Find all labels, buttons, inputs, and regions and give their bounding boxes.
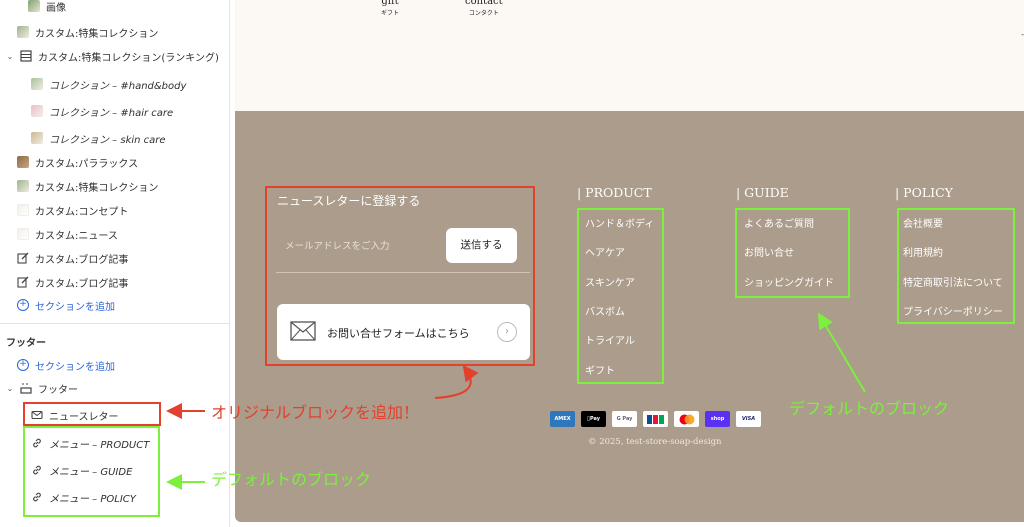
sidebar-item-label: カスタム:特集コレクション(ランキング) bbox=[38, 52, 219, 64]
menu-link-inquiry[interactable]: お問い合せ bbox=[744, 244, 794, 259]
sidebar-item-concept[interactable]: カスタム:コンセプト bbox=[17, 199, 128, 221]
sidebar-item-label: 画像 bbox=[46, 2, 66, 14]
nav-link-sublabel: ギフト bbox=[381, 10, 400, 17]
sidebar-item-blog-posts[interactable]: カスタム:ブログ記事 bbox=[17, 247, 128, 269]
nav-link-label: gift bbox=[381, 0, 399, 7]
screenshot-root: 画像 カスタム:特集コレクション ⌄ カスタム:特集コレクション(ランキング) … bbox=[0, 0, 1024, 527]
nav-link-contact[interactable]: contact コンタクト bbox=[465, 0, 503, 17]
footer-add-section-button[interactable]: + セクションを追加 bbox=[17, 354, 115, 376]
menu-title-guide: | GUIDE bbox=[736, 185, 789, 200]
plus-circle-icon: + bbox=[17, 299, 29, 311]
edit-note-icon bbox=[17, 252, 29, 264]
nav-link-label: contact bbox=[465, 0, 503, 7]
add-section-button[interactable]: + セクションを追加 bbox=[17, 294, 115, 316]
amex-icon: AMEX bbox=[550, 411, 575, 427]
sidebar-item-label: コレクション – #hand&body bbox=[49, 80, 187, 92]
chevron-down-icon[interactable]: ⌄ bbox=[4, 52, 16, 61]
menu-link-bath-bomb[interactable]: バスボム bbox=[585, 303, 625, 318]
section-thumbnail-icon bbox=[17, 26, 29, 38]
image-thumbnail-icon bbox=[28, 0, 40, 12]
chevron-right-icon: › bbox=[497, 322, 517, 342]
sidebar-item-footer[interactable]: ⌄ フッター bbox=[4, 377, 78, 399]
sidebar-item-featured-collection-2[interactable]: カスタム:特集コレクション bbox=[17, 175, 158, 197]
menu-link-trial[interactable]: トライアル bbox=[585, 332, 635, 347]
section-thumbnail-icon bbox=[17, 180, 29, 192]
default-blocks-highlight-box bbox=[23, 426, 160, 517]
section-thumbnail-icon bbox=[17, 204, 29, 216]
apple-pay-label: Pay bbox=[588, 416, 600, 422]
sidebar-item-label: カスタム:ブログ記事 bbox=[35, 278, 129, 290]
sidebar-item-news[interactable]: カスタム:ニュース bbox=[17, 223, 118, 245]
newsletter-block-highlight-box bbox=[23, 402, 161, 426]
newsletter-input-underline bbox=[276, 272, 530, 273]
sidebar-item-label: カスタム:ニュース bbox=[35, 230, 118, 242]
sidebar-item-label: コレクション – #hair care bbox=[49, 107, 174, 119]
menu-link-terms[interactable]: 利用規約 bbox=[903, 244, 943, 259]
menu-link-commerce-law[interactable]: 特定商取引法について bbox=[903, 274, 1003, 289]
add-section-label: セクションを追加 bbox=[35, 361, 115, 373]
envelope-icon bbox=[290, 321, 316, 345]
contact-form-label: お問い合せフォームはこちら bbox=[327, 327, 470, 340]
copyright-text: © 2025, test-store-soap-design bbox=[588, 437, 722, 447]
sidebar-item-blog-posts-2[interactable]: カスタム:ブログ記事 bbox=[17, 271, 128, 293]
sidebar-item-featured-collection[interactable]: カスタム:特集コレクション bbox=[17, 21, 158, 43]
shop-pay-icon: shop bbox=[705, 411, 730, 427]
sidebar-item-label: カスタム:コンセプト bbox=[35, 206, 129, 218]
sidebar-item-parallax[interactable]: カスタム:パララックス bbox=[17, 151, 138, 173]
section-thumbnail-icon bbox=[17, 228, 29, 240]
section-grid-icon bbox=[20, 50, 32, 62]
sidebar-item-featured-ranking[interactable]: ⌄ カスタム:特集コレクション(ランキング) bbox=[4, 45, 219, 67]
sidebar-item-label: カスタム:パララックス bbox=[35, 158, 139, 170]
sidebar-item-collection-hair-care[interactable]: コレクション – #hair care bbox=[31, 100, 173, 122]
sidebar-item-label: カスタム:ブログ記事 bbox=[35, 254, 129, 266]
plus-circle-icon: + bbox=[17, 359, 29, 371]
visa-icon: VISA bbox=[736, 411, 761, 427]
add-section-label: セクションを追加 bbox=[35, 301, 115, 313]
sidebar-item-label: フッター bbox=[38, 384, 78, 396]
footer-group-heading: フッター bbox=[6, 338, 46, 349]
annotation-default-block-left: デフォルトのブロック bbox=[211, 470, 372, 489]
sidebar-item-label: コレクション – skin care bbox=[49, 134, 166, 146]
chevron-down-icon[interactable]: ⌄ bbox=[4, 384, 16, 393]
annotation-default-block-right: デフォルトのブロック bbox=[789, 399, 950, 418]
apple-pay-icon: Pay bbox=[581, 411, 606, 427]
menu-link-company[interactable]: 会社概要 bbox=[903, 215, 943, 230]
preview-header-area: gift ギフト contact コンタクト - bbox=[235, 0, 1024, 111]
section-thumbnail-icon bbox=[17, 156, 29, 168]
newsletter-submit-button[interactable]: 送信する bbox=[446, 228, 517, 263]
menu-title-product: | PRODUCT bbox=[577, 185, 652, 200]
menu-link-faq[interactable]: よくあるご質問 bbox=[744, 215, 814, 230]
menu-title-policy: | POLICY bbox=[895, 185, 953, 200]
collection-thumbnail-icon bbox=[31, 105, 43, 117]
menu-link-gift[interactable]: ギフト bbox=[585, 362, 615, 377]
sidebar-item-collection-hand-body[interactable]: コレクション – #hand&body bbox=[31, 73, 186, 95]
footer-layout-icon bbox=[20, 382, 32, 394]
jcb-icon bbox=[643, 411, 668, 427]
nav-link-gift[interactable]: gift ギフト bbox=[381, 0, 399, 17]
google-pay-icon: G Pay bbox=[612, 411, 637, 427]
menu-link-hand-body[interactable]: ハンド＆ボディ bbox=[585, 215, 654, 230]
menu-link-shopping-guide[interactable]: ショッピングガイド bbox=[744, 274, 834, 289]
contact-form-button[interactable]: お問い合せフォームはこちら › bbox=[277, 304, 530, 360]
sidebar-item-image[interactable]: 画像 bbox=[28, 0, 66, 17]
newsletter-title: ニュースレターに登録する bbox=[277, 194, 421, 208]
edit-note-icon bbox=[17, 276, 29, 288]
menu-link-skin-care[interactable]: スキンケア bbox=[585, 274, 635, 289]
nav-link-sublabel: コンタクト bbox=[468, 10, 499, 17]
annotation-original-block: オリジナルブロックを追加！ bbox=[211, 403, 420, 422]
mastercard-icon bbox=[674, 411, 699, 427]
collection-thumbnail-icon bbox=[31, 78, 43, 90]
newsletter-email-input[interactable]: メールアドレスをご入力 bbox=[285, 238, 390, 252]
sidebar-item-label: カスタム:特集コレクション bbox=[35, 28, 159, 40]
collection-thumbnail-icon bbox=[31, 132, 43, 144]
sidebar-item-collection-skin-care[interactable]: コレクション – skin care bbox=[31, 127, 166, 149]
sidebar-divider bbox=[0, 323, 229, 324]
sidebar-item-label: カスタム:特集コレクション bbox=[35, 182, 159, 194]
menu-product-highlight-box bbox=[577, 208, 664, 384]
menu-link-privacy[interactable]: プライバシーポリシー bbox=[903, 303, 1003, 318]
menu-link-hair-care[interactable]: ヘアケア bbox=[585, 244, 625, 259]
payment-icons: AMEX Pay G Pay shop VISA bbox=[550, 411, 761, 427]
